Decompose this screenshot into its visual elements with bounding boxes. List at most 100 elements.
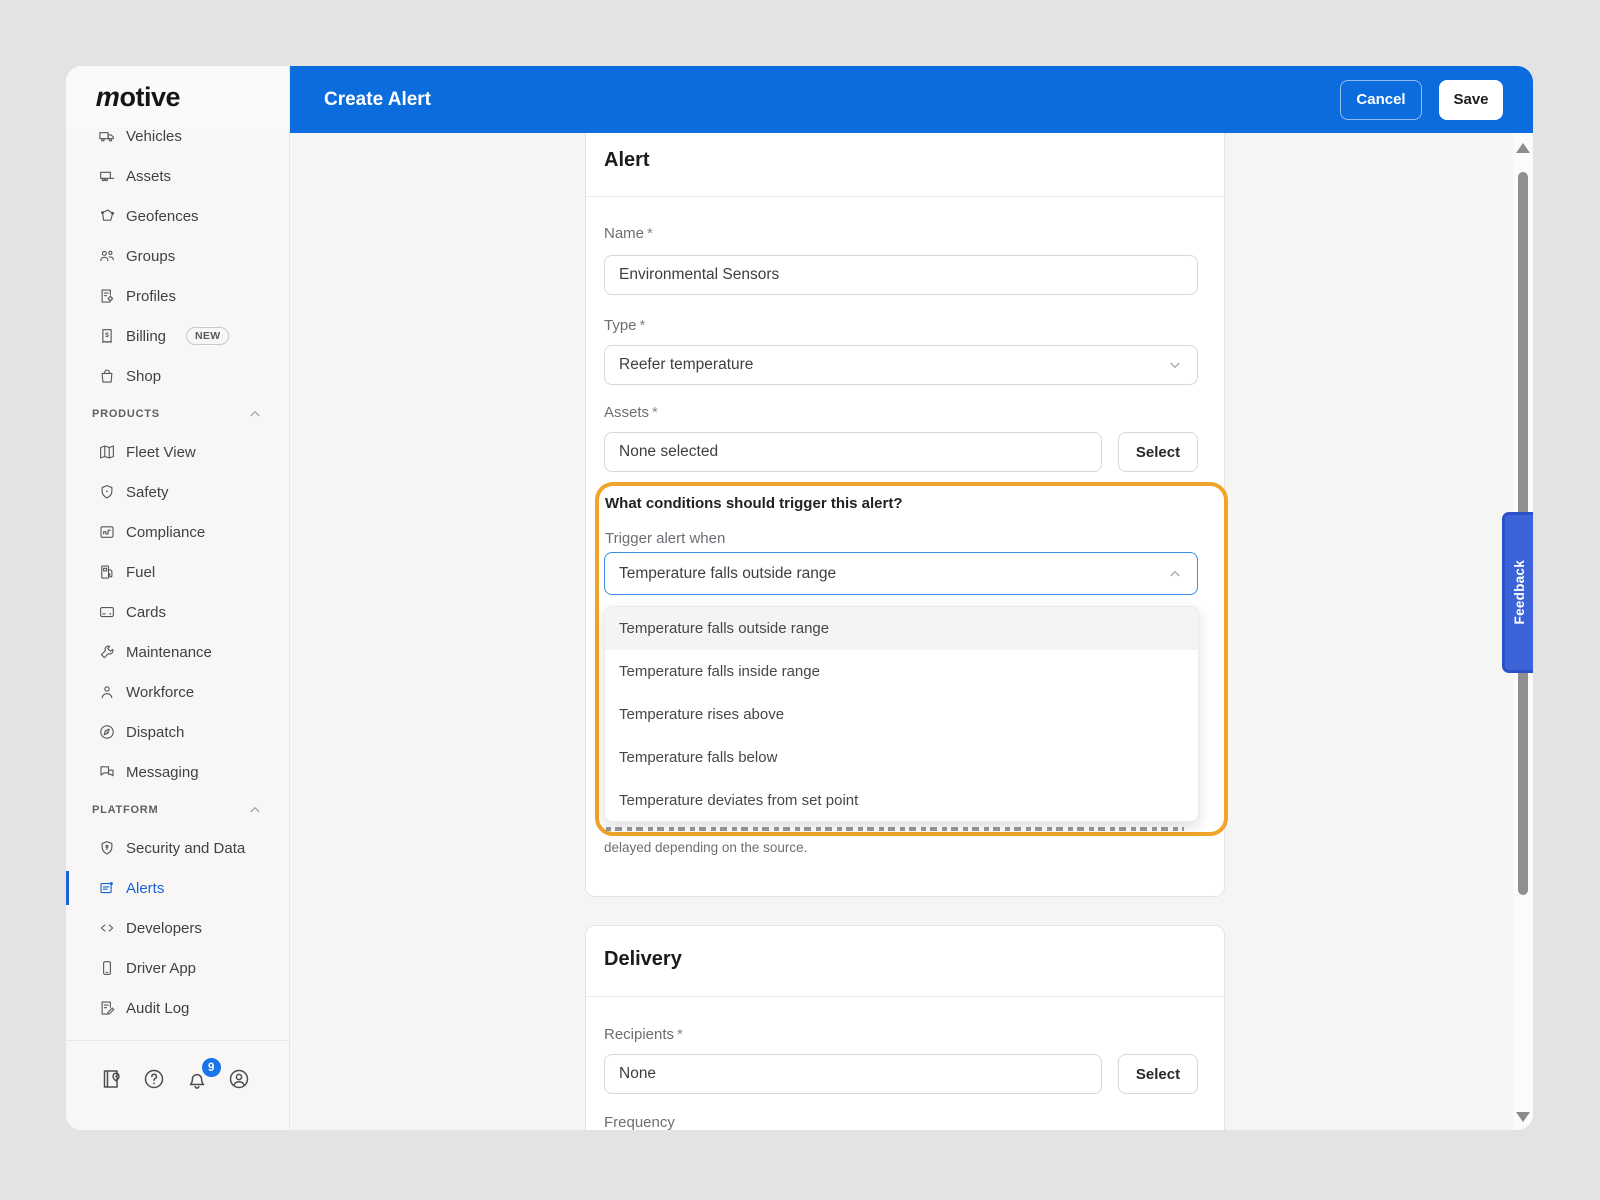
required-marker: * — [677, 1026, 683, 1043]
chevron-up-icon — [247, 802, 263, 818]
sidebar-item-security-and-data[interactable]: Security and Data — [66, 828, 289, 868]
new-badge: NEW — [186, 327, 229, 345]
sidebar-item-label: Compliance — [126, 524, 205, 541]
billing-receipt-icon: $ — [98, 327, 116, 345]
logo-area: motive — [66, 66, 289, 128]
section-label: PLATFORM — [92, 804, 158, 816]
map-icon — [98, 443, 116, 461]
sidebar-footer: 9 — [66, 1040, 289, 1130]
sidebar-item-label: Maintenance — [126, 644, 212, 661]
sidebar-item-safety[interactable]: Safety — [66, 472, 289, 512]
chart-square-icon — [98, 523, 116, 541]
conditions-note: delayed depending on the source. — [604, 840, 807, 855]
sidebar-item-label: Audit Log — [126, 1000, 189, 1017]
page-header: Create Alert Cancel Save — [290, 66, 1533, 133]
chat-bubbles-icon — [98, 763, 116, 781]
scroll-up-arrow[interactable] — [1516, 143, 1530, 153]
shield-lock-icon — [98, 839, 116, 857]
name-input[interactable] — [604, 255, 1198, 295]
sidebar-item-billing[interactable]: $ Billing NEW — [66, 316, 289, 356]
person-icon — [98, 683, 116, 701]
sidebar-item-compliance[interactable]: Compliance — [66, 512, 289, 552]
conditions-highlight-box: What conditions should trigger this aler… — [595, 482, 1228, 836]
geofence-polygon-icon — [98, 207, 116, 225]
dropdown-option[interactable]: Temperature falls below — [605, 736, 1198, 779]
dropdown-option[interactable]: Temperature deviates from set point — [605, 779, 1198, 822]
assets-select-button[interactable]: Select — [1118, 432, 1198, 472]
trigger-condition-value: Temperature falls outside range — [619, 565, 836, 583]
recipients-input[interactable] — [604, 1054, 1102, 1094]
sidebar: motive Vehicles Assets Geofences Group — [66, 66, 290, 1130]
sidebar-item-geofences[interactable]: Geofences — [66, 196, 289, 236]
assets-input[interactable] — [604, 432, 1102, 472]
sidebar-item-cards[interactable]: Cards — [66, 592, 289, 632]
dropdown-option[interactable]: Temperature rises above — [605, 693, 1198, 736]
sidebar-item-label: Security and Data — [126, 840, 245, 857]
name-label: Name* — [604, 225, 653, 242]
help-button[interactable] — [142, 1067, 168, 1093]
account-button[interactable] — [227, 1067, 253, 1093]
sidebar-section-products[interactable]: PRODUCTS — [66, 396, 289, 432]
required-marker: * — [640, 317, 646, 334]
sidebar-nav: Vehicles Assets Geofences Groups Profile… — [66, 116, 289, 1028]
feedback-tab-label: Feedback — [1512, 560, 1527, 624]
section-label: PRODUCTS — [92, 408, 160, 420]
sidebar-item-driver-app[interactable]: Driver App — [66, 948, 289, 988]
sidebar-item-label: Developers — [126, 920, 202, 937]
sidebar-item-audit-log[interactable]: Audit Log — [66, 988, 289, 1028]
type-select[interactable]: Reefer temperature — [604, 345, 1198, 385]
credit-card-icon — [98, 603, 116, 621]
guide-pin-icon — [100, 1067, 124, 1091]
cancel-button[interactable]: Cancel — [1340, 80, 1422, 120]
sidebar-item-developers[interactable]: Developers — [66, 908, 289, 948]
sidebar-item-dispatch[interactable]: Dispatch — [66, 712, 289, 752]
main-content: Alert Name* Type* Reefer temperature Ass… — [290, 133, 1513, 1130]
notifications-button[interactable]: 9 — [185, 1067, 211, 1093]
sidebar-item-maintenance[interactable]: Maintenance — [66, 632, 289, 672]
logo-rest: otive — [120, 82, 181, 112]
sidebar-section-platform[interactable]: PLATFORM — [66, 792, 289, 828]
chevron-up-icon — [247, 406, 263, 422]
alert-section-card: Alert Name* Type* Reefer temperature Ass… — [585, 133, 1225, 897]
sidebar-item-messaging[interactable]: Messaging — [66, 752, 289, 792]
resources-button[interactable] — [100, 1067, 126, 1093]
alert-section-title: Alert — [604, 149, 650, 172]
document-pencil-icon — [98, 999, 116, 1017]
sidebar-item-assets[interactable]: Assets — [66, 156, 289, 196]
conditions-question: What conditions should trigger this aler… — [605, 495, 903, 512]
dropdown-option[interactable]: Temperature falls inside range — [605, 650, 1198, 693]
sidebar-item-fleet-view[interactable]: Fleet View — [66, 432, 289, 472]
sidebar-item-profiles[interactable]: Profiles — [66, 276, 289, 316]
required-marker: * — [652, 404, 658, 421]
assets-label: Assets* — [604, 404, 658, 421]
sidebar-item-workforce[interactable]: Workforce — [66, 672, 289, 712]
trigger-condition-select[interactable]: Temperature falls outside range — [604, 552, 1198, 595]
sidebar-item-label: Cards — [126, 604, 166, 621]
svg-text:$: $ — [105, 332, 109, 339]
chevron-up-icon — [1167, 566, 1183, 582]
save-button[interactable]: Save — [1439, 80, 1503, 120]
sidebar-item-label: Billing — [126, 328, 166, 345]
sidebar-item-label: Alerts — [126, 880, 164, 897]
sidebar-item-shop[interactable]: Shop — [66, 356, 289, 396]
required-marker: * — [647, 225, 653, 242]
people-icon — [98, 247, 116, 265]
scroll-down-arrow[interactable] — [1516, 1112, 1530, 1122]
feedback-tab[interactable]: Feedback — [1502, 512, 1533, 673]
question-circle-icon — [142, 1067, 166, 1091]
dropdown-option[interactable]: Temperature falls outside range — [605, 607, 1198, 650]
sidebar-item-label: Safety — [126, 484, 169, 501]
sidebar-item-label: Geofences — [126, 208, 199, 225]
motive-logo[interactable]: motive — [96, 82, 180, 113]
notification-count-badge: 9 — [200, 1056, 223, 1079]
sidebar-item-label: Driver App — [126, 960, 196, 977]
recipients-label: Recipients* — [604, 1026, 683, 1043]
sidebar-item-fuel[interactable]: Fuel — [66, 552, 289, 592]
sidebar-item-groups[interactable]: Groups — [66, 236, 289, 276]
sidebar-item-label: Vehicles — [126, 128, 182, 145]
recipients-select-button[interactable]: Select — [1118, 1054, 1198, 1094]
sidebar-item-label: Fleet View — [126, 444, 196, 461]
dispatch-pin-icon — [98, 723, 116, 741]
header-actions: Cancel Save — [1340, 80, 1533, 120]
sidebar-item-alerts[interactable]: Alerts — [66, 868, 289, 908]
